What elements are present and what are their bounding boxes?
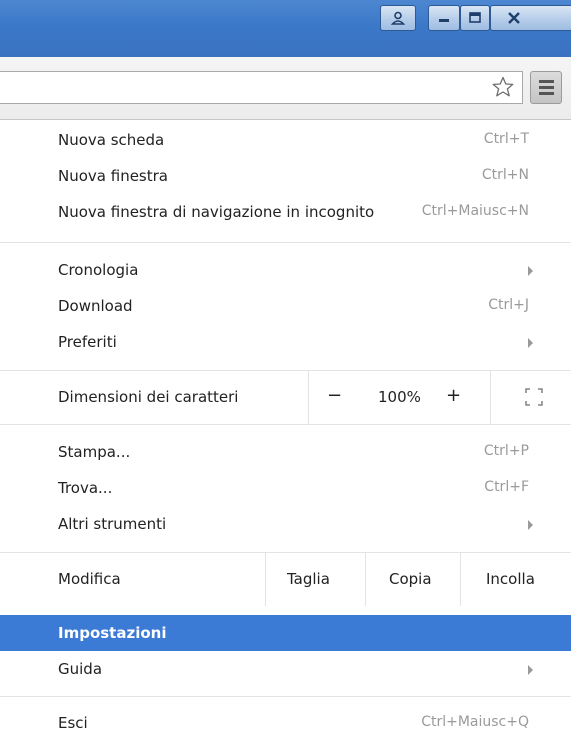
menu-item-print[interactable]: Stampa... Ctrl+P [0, 434, 571, 470]
menu-item-shortcut: Ctrl+Maiusc+Q [421, 714, 529, 730]
close-icon [508, 12, 520, 24]
divider [490, 371, 491, 424]
submenu-arrow-icon [528, 266, 533, 276]
hamburger-line [539, 92, 554, 95]
menu-item-find[interactable]: Trova... Ctrl+F [0, 470, 571, 506]
maximize-icon [469, 12, 481, 23]
copy-button[interactable]: Copia [389, 570, 432, 588]
menu-item-settings[interactable]: Impostazioni [0, 615, 571, 651]
menu-item-shortcut: Ctrl+T [483, 131, 529, 147]
menu-item-new-window[interactable]: Nuova finestra Ctrl+N [0, 158, 571, 194]
menu-item-history[interactable]: Cronologia [0, 252, 571, 288]
minimize-icon [439, 19, 449, 22]
menu-item-new-tab[interactable]: Nuova scheda Ctrl+T [0, 122, 571, 158]
menu-item-shortcut: Ctrl+J [488, 297, 529, 313]
menu-item-label: Nuova finestra di navigazione in incogni… [58, 203, 375, 221]
close-button[interactable] [490, 5, 571, 31]
menu-item-label: Stampa... [58, 443, 131, 461]
menu-separator [0, 424, 571, 425]
star-icon[interactable] [492, 76, 514, 98]
menu-item-label: Download [58, 297, 133, 315]
submenu-arrow-icon [528, 338, 533, 348]
maximize-button[interactable] [460, 5, 490, 31]
menu-item-more-tools[interactable]: Altri strumenti [0, 506, 571, 542]
paste-button[interactable]: Incolla [486, 570, 535, 588]
zoom-level: 100% [378, 388, 421, 406]
menu-item-new-incognito-window[interactable]: Nuova finestra di navigazione in incogni… [0, 194, 571, 230]
divider [265, 553, 266, 606]
user-icon [391, 11, 405, 25]
minimize-button[interactable] [428, 5, 460, 31]
submenu-arrow-icon [528, 665, 533, 675]
menu-item-label: Impostazioni [58, 624, 167, 642]
menu-item-label: Altri strumenti [58, 515, 167, 533]
edit-label: Modifica [58, 570, 121, 588]
menu-separator [0, 696, 571, 697]
fullscreen-icon[interactable] [525, 388, 543, 406]
menu-item-bookmarks[interactable]: Preferiti [0, 324, 571, 360]
edit-row: Modifica Taglia Copia Incolla [0, 553, 571, 606]
menu-item-exit[interactable]: Esci Ctrl+Maiusc+Q [0, 705, 571, 741]
divider [365, 553, 366, 606]
hamburger-menu-icon [539, 80, 554, 83]
menu-item-label: Guida [58, 660, 103, 678]
browser-toolbar [0, 57, 571, 120]
menu-item-label: Nuova scheda [58, 131, 165, 149]
divider [308, 371, 309, 424]
menu-item-label: Esci [58, 714, 88, 732]
divider [460, 553, 461, 606]
submenu-arrow-icon [528, 520, 533, 530]
menu-item-help[interactable]: Guida [0, 651, 571, 687]
window-titlebar [0, 0, 571, 57]
cut-button[interactable]: Taglia [287, 570, 330, 588]
zoom-in-button[interactable]: + [446, 385, 461, 406]
menu-item-label: Cronologia [58, 261, 139, 279]
menu-item-shortcut: Ctrl+Maiusc+N [421, 203, 529, 219]
zoom-row: Dimensioni dei caratteri − 100% + [0, 371, 571, 424]
hamburger-line [539, 86, 554, 89]
address-bar[interactable] [0, 71, 523, 104]
user-profile-button[interactable] [380, 5, 416, 31]
menu-item-shortcut: Ctrl+F [484, 479, 529, 495]
menu-separator [0, 242, 571, 243]
menu-item-label: Trova... [58, 479, 113, 497]
menu-item-label: Preferiti [58, 333, 117, 351]
menu-item-shortcut: Ctrl+P [483, 443, 529, 459]
chrome-menu-button[interactable] [530, 71, 562, 104]
zoom-out-button[interactable]: − [327, 385, 342, 406]
menu-item-label: Nuova finestra [58, 167, 168, 185]
zoom-label: Dimensioni dei caratteri [58, 388, 239, 406]
menu-item-shortcut: Ctrl+N [481, 167, 529, 183]
chrome-main-menu: Nuova scheda Ctrl+T Nuova finestra Ctrl+… [0, 120, 571, 744]
menu-item-downloads[interactable]: Download Ctrl+J [0, 288, 571, 324]
